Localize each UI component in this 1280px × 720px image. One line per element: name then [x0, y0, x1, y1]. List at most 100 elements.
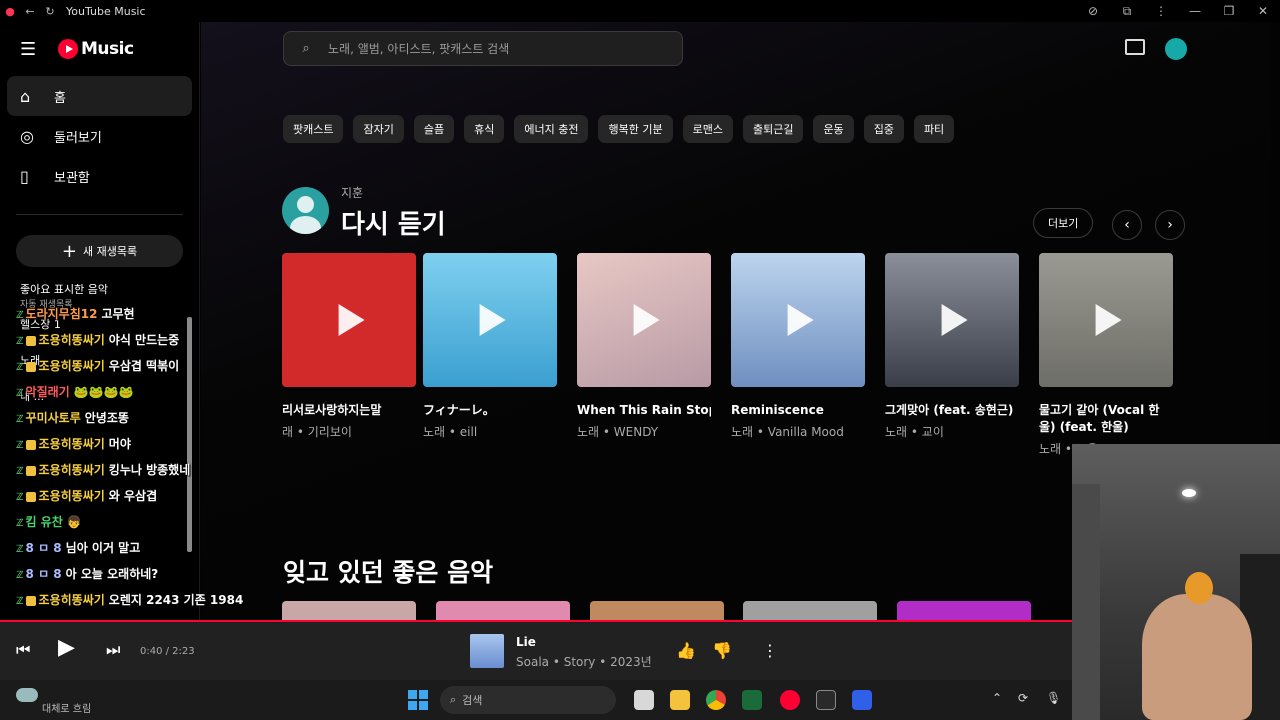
- chip[interactable]: 파티: [913, 115, 955, 143]
- weather-icon[interactable]: [16, 688, 38, 702]
- song-thumbnail[interactable]: [885, 253, 1019, 387]
- more-vert-icon[interactable]: ⋮: [762, 641, 778, 660]
- hamburger-menu-icon[interactable]: ☰: [20, 39, 50, 60]
- chrome-icon[interactable]: [706, 690, 726, 710]
- album-art[interactable]: [470, 634, 504, 668]
- taskbar-search[interactable]: ⌕ 검색: [440, 686, 616, 714]
- chip[interactable]: 로맨스: [682, 115, 733, 143]
- youtube-music-icon[interactable]: [780, 690, 800, 710]
- play-icon[interactable]: [941, 304, 968, 336]
- sidebar-item-explore[interactable]: ◎ 둘러보기: [7, 116, 192, 156]
- song-meta[interactable]: Soala • Story • 2023년: [516, 653, 652, 670]
- thumbs-down-icon[interactable]: 👎: [712, 641, 732, 660]
- logo-text[interactable]: Music: [81, 39, 134, 59]
- play-icon[interactable]: [633, 304, 660, 336]
- song-title[interactable]: When This Rain Stops: [577, 402, 711, 419]
- face-sticker: [1185, 572, 1213, 604]
- new-playlist-button[interactable]: + 새 재생목록: [16, 235, 183, 267]
- sync-icon[interactable]: ⟳: [1018, 691, 1028, 705]
- compass-icon: ◎: [20, 126, 34, 146]
- playlist-item[interactable]: 헬스장 1: [20, 316, 199, 332]
- play-icon[interactable]: [479, 304, 506, 336]
- roblox-icon[interactable]: [852, 690, 872, 710]
- user-avatar[interactable]: [282, 187, 329, 234]
- more-button[interactable]: 더보기: [1033, 208, 1094, 238]
- next-icon[interactable]: ⏭: [106, 640, 120, 660]
- song-card[interactable]: フィナーレ。 노래 • eill: [423, 253, 557, 440]
- song-thumbnail[interactable]: [282, 601, 416, 620]
- microphone-icon[interactable]: 🎙: [1046, 691, 1061, 705]
- title-bar: ● ← ↻ YouTube Music ⊘ ⧉ ⋮ — ❐ ✕: [0, 0, 1280, 22]
- chip[interactable]: 집중: [863, 115, 904, 143]
- thumbs-up-icon[interactable]: 👍: [676, 641, 696, 660]
- youtube-music-logo-icon[interactable]: [58, 39, 78, 59]
- previous-icon[interactable]: ⏮: [16, 640, 30, 660]
- song-thumbnail[interactable]: [436, 601, 570, 620]
- song-thumbnail[interactable]: [1039, 253, 1173, 387]
- song-sub: 노래 • Vanilla Mood: [731, 425, 844, 439]
- song-title[interactable]: フィナーレ。: [423, 402, 557, 419]
- song-thumbnail[interactable]: [282, 253, 416, 387]
- app-icon: ●: [5, 4, 15, 18]
- chip[interactable]: 에너지 충전: [514, 115, 589, 143]
- windows-start-icon[interactable]: [408, 690, 428, 710]
- sidebar-item-label: 보관함: [54, 170, 90, 186]
- song-title[interactable]: Lie: [516, 635, 536, 649]
- section-title[interactable]: 잊고 있던 좋은 음악: [283, 553, 493, 589]
- obs-icon[interactable]: [816, 690, 836, 710]
- chip[interactable]: 잠자기: [353, 115, 404, 143]
- playlist-item[interactable]: 내 ...: [20, 388, 199, 404]
- media-app-icon[interactable]: [742, 690, 762, 710]
- song-thumbnail[interactable]: [577, 253, 711, 387]
- play-pause-icon[interactable]: ▶: [58, 635, 75, 660]
- minimize-icon[interactable]: —: [1178, 4, 1212, 18]
- song-title[interactable]: 물고기 같아 (Vocal 한울) (feat. 한울): [1039, 402, 1173, 436]
- sidebar-item-home[interactable]: ⌂ 홈: [7, 76, 192, 116]
- play-icon[interactable]: [1095, 304, 1122, 336]
- sidebar-item-library[interactable]: ▯ 보관함: [7, 156, 192, 196]
- extension-icon[interactable]: ⧉: [1110, 4, 1144, 19]
- song-thumbnail[interactable]: [423, 253, 557, 387]
- eye-slash-icon[interactable]: ⊘: [1076, 4, 1110, 18]
- chip[interactable]: 휴식: [464, 115, 505, 143]
- song-thumbnail[interactable]: [897, 601, 1031, 620]
- account-avatar[interactable]: [1165, 38, 1187, 60]
- window-controls: ⊘ ⧉ ⋮ — ❐ ✕: [1076, 0, 1280, 22]
- weather-status[interactable]: 대체로 흐림: [42, 700, 91, 715]
- chip[interactable]: 운동: [813, 115, 854, 143]
- task-view-icon[interactable]: [634, 690, 654, 710]
- song-card[interactable]: 물고기 같아 (Vocal 한울) (feat. 한울) 노래 • 노을: [1039, 253, 1173, 457]
- sidebar-scrollbar[interactable]: [187, 317, 192, 552]
- song-thumbnail[interactable]: [590, 601, 724, 620]
- kebab-menu-icon[interactable]: ⋮: [1144, 4, 1178, 18]
- playlist-item[interactable]: 좋아요 표시한 음악 자동 재생목록: [20, 281, 199, 310]
- file-explorer-icon[interactable]: [670, 690, 690, 710]
- carousel-next-button[interactable]: ›: [1155, 210, 1185, 240]
- back-arrow-icon[interactable]: ←: [20, 5, 40, 18]
- song-title[interactable]: 그게맞아 (feat. 송현근): [885, 402, 1019, 419]
- song-card[interactable]: When This Rain Stops 노래 • WENDY: [577, 253, 711, 440]
- song-title[interactable]: 리서로사랑하지는말: [282, 402, 416, 419]
- song-card[interactable]: 리서로사랑하지는말 래 • 기리보이: [282, 253, 416, 440]
- chevron-up-icon[interactable]: ⌃: [992, 691, 1002, 705]
- chip[interactable]: 행복한 기분: [598, 115, 673, 143]
- close-icon[interactable]: ✕: [1246, 4, 1280, 18]
- maximize-icon[interactable]: ❐: [1212, 4, 1246, 18]
- song-card[interactable]: Reminiscence 노래 • Vanilla Mood: [731, 253, 865, 440]
- song-thumbnail[interactable]: [731, 253, 865, 387]
- song-thumbnail[interactable]: [743, 601, 877, 620]
- song-card[interactable]: 그게맞아 (feat. 송현근) 노래 • 교이: [885, 253, 1019, 440]
- mood-chips: 팟캐스트 잠자기 슬픔 휴식 에너지 충전 행복한 기분 로맨스 출퇴근길 운동…: [283, 115, 964, 143]
- section-title[interactable]: 다시 듣기: [341, 204, 446, 241]
- play-icon[interactable]: [787, 304, 814, 336]
- carousel-prev-button[interactable]: ‹: [1112, 210, 1142, 240]
- song-title[interactable]: Reminiscence: [731, 402, 865, 419]
- chip[interactable]: 슬픔: [413, 115, 455, 143]
- reload-icon[interactable]: ↻: [40, 5, 60, 18]
- chip[interactable]: 팟캐스트: [283, 115, 344, 143]
- play-icon[interactable]: [338, 304, 365, 336]
- playlist-item[interactable]: 노래: [20, 352, 199, 368]
- cast-icon[interactable]: [1125, 39, 1145, 55]
- chip[interactable]: 출퇴근길: [742, 115, 804, 143]
- search-input[interactable]: ⌕ 노래, 앨범, 아티스트, 팟캐스트 검색: [283, 31, 683, 66]
